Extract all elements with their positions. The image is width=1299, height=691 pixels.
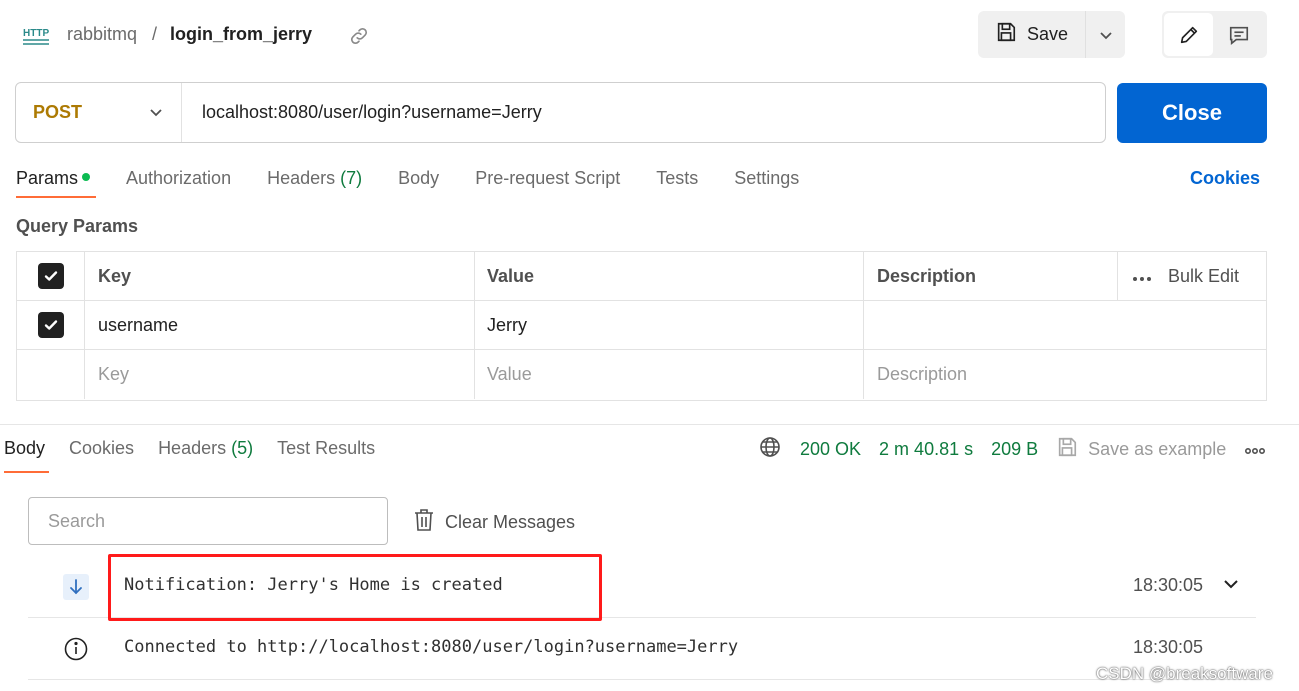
breadcrumb-separator: / <box>152 24 158 44</box>
url-bar: POST localhost:8080/user/login?username=… <box>15 82 1106 143</box>
save-icon <box>1056 436 1078 463</box>
response-meta: 200 OK 2 m 40.81 s 209 B Save as example <box>758 436 1284 462</box>
row-checkbox-empty <box>17 350 85 399</box>
pane-divider[interactable] <box>0 424 1299 425</box>
bulk-edit-button[interactable]: Bulk Edit <box>1168 266 1239 287</box>
save-options-chevron-down-icon[interactable] <box>1086 11 1125 58</box>
more-options-icon[interactable] <box>1132 266 1152 287</box>
info-icon <box>63 636 89 662</box>
method-label: POST <box>33 102 83 122</box>
view-mode-toggle <box>1162 11 1267 58</box>
save-icon <box>995 21 1017 48</box>
message-row[interactable]: Connected to http://localhost:8080/user/… <box>28 618 1256 680</box>
tab-response-body[interactable]: Body <box>4 438 45 459</box>
tab-tests[interactable]: Tests <box>656 168 698 192</box>
tab-headers[interactable]: Headers (7) <box>267 168 362 192</box>
message-time: 18:30:05 <box>1133 637 1204 657</box>
pencil-icon[interactable] <box>1164 13 1213 56</box>
tab-body[interactable]: Body <box>398 168 439 192</box>
save-as-example-button[interactable]: Save as example <box>1056 436 1226 463</box>
message-time: 18:30:05 <box>1133 575 1204 595</box>
arrow-down-icon <box>63 574 89 600</box>
checkbox-checked-icon <box>37 312 64 338</box>
comment-icon[interactable] <box>1213 13 1265 56</box>
status-code[interactable]: 200 OK <box>800 439 861 460</box>
param-key-cell[interactable]: username <box>85 301 475 349</box>
tab-test-results[interactable]: Test Results <box>277 438 375 459</box>
tab-params[interactable]: Params <box>16 168 91 192</box>
tab-settings[interactable]: Settings <box>734 168 799 192</box>
table-header-row: Key Value Description Bulk Edit <box>17 252 1266 301</box>
more-options-icon[interactable] <box>1244 439 1266 460</box>
row-checkbox[interactable] <box>17 301 85 349</box>
checkbox-checked-icon <box>37 263 64 289</box>
description-placeholder-cell[interactable]: Description <box>864 350 1266 399</box>
response-headers-count: (5) <box>231 438 254 458</box>
param-description-cell[interactable] <box>864 301 1266 349</box>
active-dot-icon <box>82 173 91 182</box>
annotation-highlight-box <box>108 554 602 621</box>
request-tabs: Params Authorization Headers (7) Body Pr… <box>16 168 835 192</box>
response-size[interactable]: 209 B <box>991 439 1038 460</box>
active-response-tab-indicator <box>4 471 49 473</box>
key-placeholder-cell[interactable]: Key <box>85 350 475 399</box>
tab-prerequest-script[interactable]: Pre-request Script <box>475 168 620 192</box>
clear-messages-button[interactable]: Clear Messages <box>413 508 575 537</box>
query-params-table: Key Value Description Bulk Edit username… <box>16 251 1267 401</box>
cookies-link[interactable]: Cookies <box>1190 168 1260 189</box>
message-search-input[interactable]: Search <box>28 497 388 545</box>
column-header-value: Value <box>475 252 864 300</box>
tab-response-headers[interactable]: Headers (5) <box>158 438 253 459</box>
query-params-title: Query Params <box>16 216 139 236</box>
http-icon: HTTP <box>22 22 50 48</box>
trash-icon <box>413 508 435 537</box>
method-select[interactable]: POST <box>16 83 182 142</box>
save-label: Save <box>1026 24 1069 44</box>
table-row-empty: Key Value Description <box>17 350 1266 399</box>
globe-icon[interactable] <box>758 435 782 464</box>
url-input[interactable]: localhost:8080/user/login?username=Jerry <box>182 102 542 123</box>
watermark: CSDN @breaksoftware <box>1096 664 1273 683</box>
save-button-group: Save <box>978 11 1125 58</box>
column-header-key: Key <box>85 252 475 300</box>
value-placeholder-cell[interactable]: Value <box>475 350 864 399</box>
save-button[interactable]: Save <box>978 11 1086 58</box>
message-text: Connected to http://localhost:8080/user/… <box>124 637 739 657</box>
expand-chevron-down-icon[interactable] <box>1223 577 1239 595</box>
chevron-down-icon <box>149 104 163 122</box>
active-tab-indicator <box>16 196 96 198</box>
svg-text:HTTP: HTTP <box>23 28 49 39</box>
headers-count: (7) <box>340 168 363 188</box>
response-time[interactable]: 2 m 40.81 s <box>879 439 973 460</box>
link-icon[interactable] <box>348 25 370 47</box>
response-tabs: Body Cookies Headers (5) Test Results <box>4 438 399 459</box>
column-header-description: Description <box>864 252 1118 300</box>
bulk-edit-area: Bulk Edit <box>1118 252 1266 300</box>
param-value-cell[interactable]: Jerry <box>475 301 864 349</box>
table-row: username Jerry <box>17 301 1266 350</box>
select-all-checkbox[interactable] <box>17 252 85 300</box>
breadcrumb-parent[interactable]: rabbitmq <box>67 24 137 45</box>
tab-authorization[interactable]: Authorization <box>126 168 231 192</box>
close-button[interactable]: Close <box>1117 83 1267 143</box>
request-name[interactable]: login_from_jerry <box>170 24 312 45</box>
tab-response-cookies[interactable]: Cookies <box>69 438 134 459</box>
